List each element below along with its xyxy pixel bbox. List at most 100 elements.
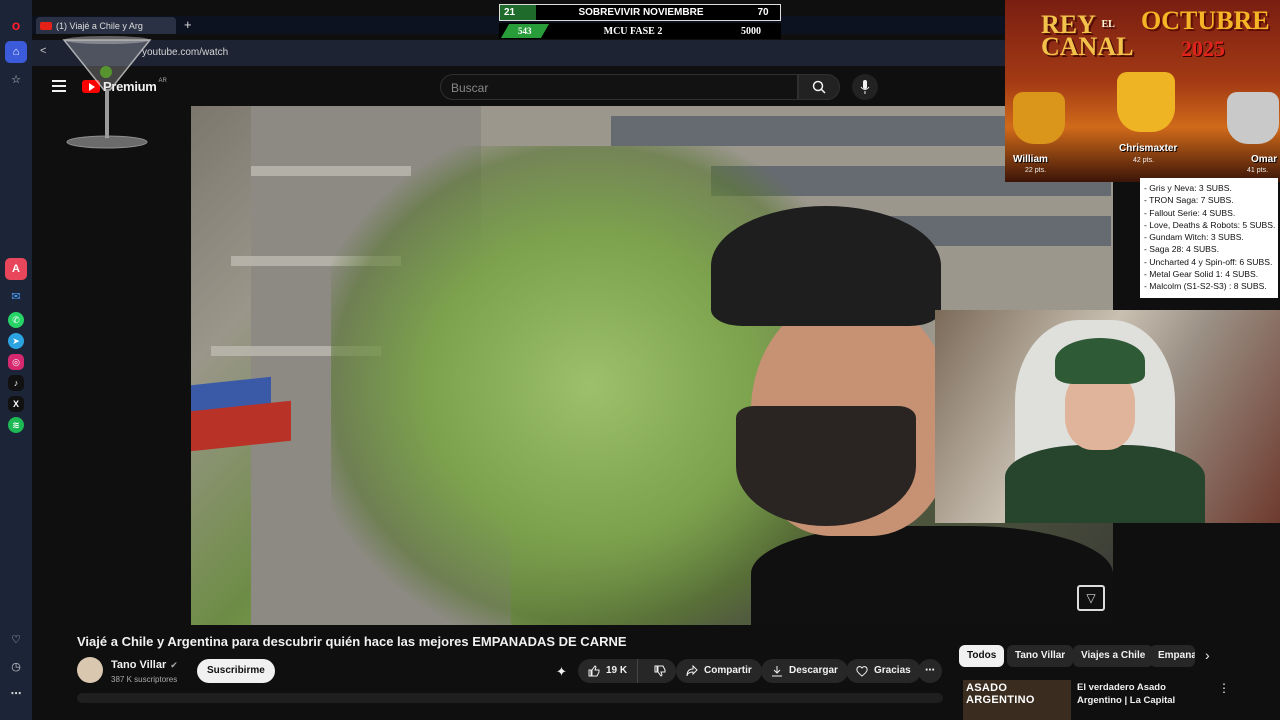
verified-icon: ✔ (170, 660, 178, 670)
history-icon[interactable]: ◷ (5, 655, 27, 677)
rey-del-canal-banner: REY EL CANAL OCTUBRE 2025 Chrismaxter 42… (1005, 0, 1280, 182)
rank-2-points: 22 pts. (1025, 167, 1047, 174)
like-count: 19 K (606, 665, 628, 676)
instagram-icon[interactable]: ◎ (8, 354, 24, 370)
person (736, 406, 916, 526)
search-input[interactable]: Buscar (440, 74, 798, 100)
youtube-header: Premium AR Buscar (32, 66, 1132, 106)
banner-title-canal: CANAL (1041, 32, 1134, 61)
subscribe-button[interactable]: Suscribirme (197, 659, 275, 683)
like-button[interactable]: 19 K (578, 659, 639, 683)
list-item: - TRON Saga: 7 SUBS. (1144, 195, 1234, 206)
rank-1-points: 42 pts. (1133, 157, 1155, 164)
channel-watermark-icon[interactable]: ▽ (1077, 585, 1105, 611)
banner-title-el: EL (1101, 19, 1115, 30)
star-icon[interactable]: ☆ (5, 68, 27, 90)
messenger-icon[interactable]: ✉ (5, 285, 27, 307)
chip-all[interactable]: Todos (959, 645, 1005, 667)
kebab-menu-icon[interactable]: ⋮ (1218, 681, 1230, 695)
banner-title: REY EL CANAL (1041, 12, 1134, 61)
streamer (1055, 338, 1145, 384)
webcam-overlay (935, 310, 1280, 523)
rank-3-points: 41 pts. (1247, 167, 1269, 174)
person (711, 206, 941, 326)
list-item: - Metal Gear Solid 1: 4 SUBS. (1144, 269, 1259, 280)
channel-name-text: Tano Villar (111, 659, 167, 671)
tab-title: (1) Viajé a Chile y Arg (56, 20, 143, 31)
mcu-overlay: 543 MCU FASE 2 5000 (499, 23, 781, 39)
chip-tano-villar[interactable]: Tano Villar (1007, 645, 1074, 667)
microphone-icon (860, 80, 870, 94)
logo-country: AR (158, 77, 167, 84)
list-item: - Fallout Serie: 4 SUBS. (1144, 207, 1236, 218)
thumbnail-text: ASADO ARGENTINO (966, 682, 1035, 706)
home-icon[interactable]: ⌂ (5, 41, 27, 63)
rank-2-name: William (1013, 154, 1048, 165)
list-item: - Gundam Witch: 3 SUBS. (1144, 232, 1244, 243)
whatsapp-icon[interactable]: ✆ (8, 312, 24, 328)
mcu-left: 543 (518, 26, 532, 36)
martini-glass-icon (62, 36, 152, 149)
rank-1-name: Chrismaxter (1119, 143, 1178, 154)
search-icon (812, 80, 826, 94)
list-item: - Saga 28: 4 SUBS. (1144, 244, 1219, 255)
person (751, 526, 1113, 625)
tiktok-icon[interactable]: ♪ (8, 375, 24, 391)
thanks-button[interactable]: Gracias (846, 659, 921, 683)
like-dislike-group: 19 K (578, 659, 677, 683)
thumbs-up-icon (588, 665, 600, 677)
more-icon[interactable]: ⋯ (5, 682, 27, 704)
subscriber-count: 387 K suscriptores (111, 675, 178, 684)
list-item: - Malcolm (S1-S2-S3) : 8 SUBS. (1144, 281, 1267, 292)
share-label: Compartir (704, 665, 752, 676)
list-item: - Love, Deaths & Robots: 5 SUBS. (1144, 219, 1276, 230)
new-tab-button[interactable]: + (184, 17, 192, 33)
download-icon (772, 666, 782, 677)
back-button[interactable]: < (40, 45, 46, 57)
thanks-heart-icon (856, 666, 868, 677)
subs-goal-list: - Gris y Neva: 3 SUBS. - TRON Saga: 7 SU… (1140, 178, 1278, 298)
voice-search-button[interactable] (852, 74, 878, 100)
x-icon[interactable]: X (8, 396, 24, 412)
wolf-emblem-icon (1013, 92, 1065, 144)
share-button[interactable]: Compartir (676, 659, 762, 683)
telegram-icon[interactable]: ➤ (8, 333, 24, 349)
share-icon (686, 665, 698, 677)
mcu-title: MCU FASE 2 (603, 25, 663, 37)
chevron-right-icon[interactable]: › (1205, 647, 1210, 663)
recommendation-thumbnail[interactable]: ASADO ARGENTINO (963, 680, 1071, 720)
download-button[interactable]: Descargar (761, 659, 848, 683)
opera-logo-icon[interactable]: o (5, 14, 27, 36)
description-box[interactable] (77, 693, 943, 703)
dislike-button[interactable] (644, 659, 676, 683)
chip-viajes-chile[interactable]: Viajes a Chile (1073, 645, 1154, 667)
avatar[interactable] (77, 657, 103, 683)
spotify-icon[interactable]: ≋ (8, 417, 24, 433)
ask-ai-icon[interactable]: ✦ (556, 664, 567, 680)
youtube-favicon-icon (40, 21, 52, 30)
chip-empanadas[interactable]: Empanadas (1150, 645, 1195, 667)
score-left: 21 (500, 5, 536, 20)
banner-year: 2025 (1181, 36, 1225, 61)
streamer (1005, 445, 1205, 523)
heart-icon[interactable]: ♡ (5, 628, 27, 650)
banner-month: OCTUBRE (1141, 6, 1270, 35)
more-actions-button[interactable]: ⋯ (918, 659, 942, 683)
score-right: 70 (757, 7, 769, 18)
browser-sidebar: o ⌂ ☆ A ✉ ✆ ➤ ◎ ♪ X ≋ ♡ ◷ ⋯ (0, 0, 32, 720)
download-label: Descargar (789, 665, 838, 676)
aria-icon[interactable]: A (5, 258, 27, 280)
recommendation-title[interactable]: El verdadero Asado Argentino | La Capita… (1077, 681, 1207, 707)
list-item: - Uncharted 4 y Spin-off: 6 SUBS. (1144, 256, 1273, 267)
url-field[interactable]: youtube.com/watch (142, 47, 228, 58)
video-title: Viajé a Chile y Argentina para descubrir… (77, 634, 627, 649)
thumbs-down-icon (654, 665, 666, 677)
channel-name[interactable]: Tano Villar ✔ (111, 659, 178, 671)
address-bar: < youtube.com/watch (32, 40, 1005, 66)
mcu-right: 5000 (741, 25, 761, 37)
mcu-progress: 543 (500, 24, 550, 38)
search-button[interactable] (798, 74, 840, 100)
wolf-emblem-icon (1227, 92, 1279, 144)
thanks-label: Gracias (874, 665, 911, 676)
list-item: - Gris y Neva: 3 SUBS. (1144, 183, 1232, 193)
